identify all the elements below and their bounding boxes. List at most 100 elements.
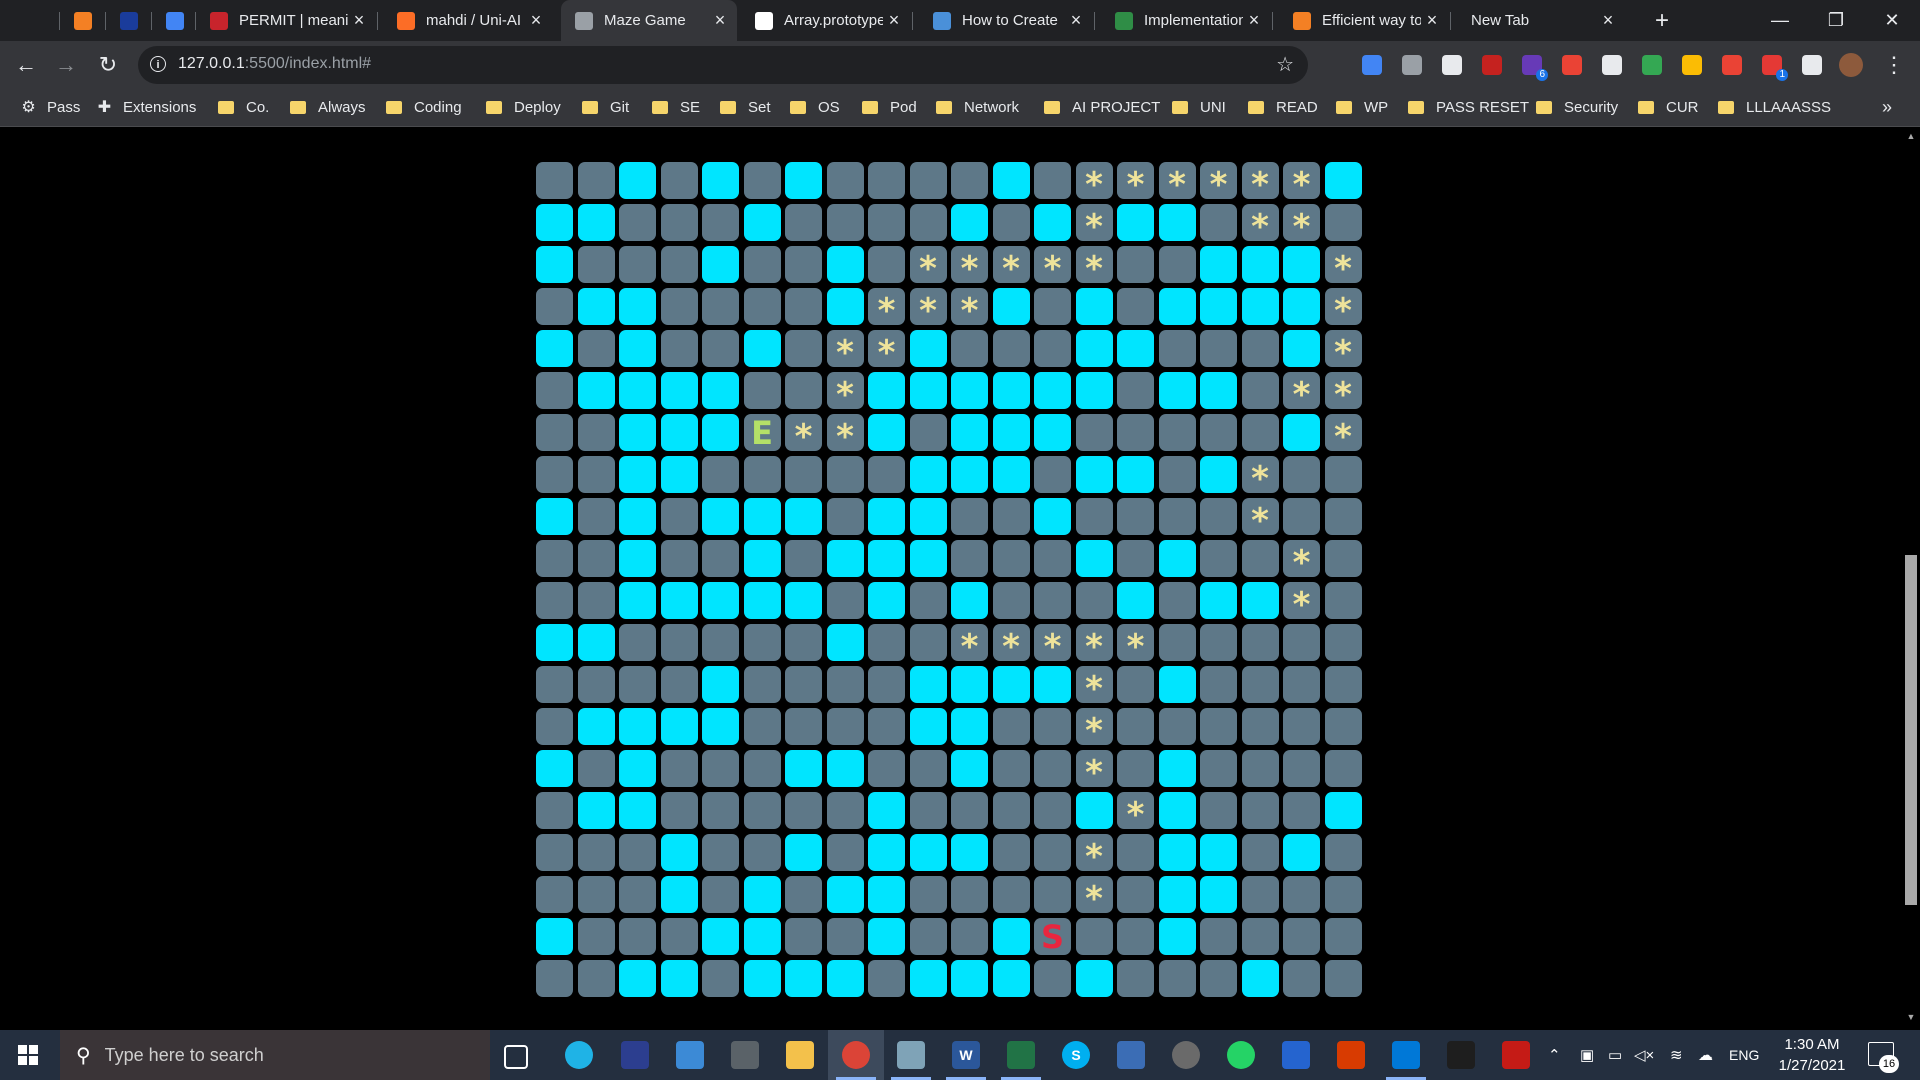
maze-wall-cell[interactable] — [1241, 834, 1279, 871]
maze-wall-cell[interactable] — [909, 876, 947, 913]
maze-open-cell[interactable] — [743, 582, 781, 619]
maze-path-cell[interactable]: * — [1241, 162, 1279, 202]
maze-wall-cell[interactable] — [1117, 540, 1154, 577]
maze-wall-cell[interactable] — [1117, 414, 1154, 451]
maze-wall-cell[interactable] — [826, 162, 864, 199]
maze-open-cell[interactable] — [909, 540, 947, 577]
maze-wall-cell[interactable] — [1158, 960, 1196, 997]
maze-wall-cell[interactable] — [1034, 540, 1071, 577]
maze-wall-cell[interactable] — [536, 666, 573, 703]
maze-path-cell[interactable]: * — [1324, 414, 1362, 454]
maze-wall-cell[interactable] — [743, 666, 781, 703]
maze-wall-cell[interactable] — [577, 876, 615, 913]
maze-wall-cell[interactable] — [868, 456, 905, 493]
device-icon[interactable]: ▣ — [1580, 1030, 1594, 1080]
maze-open-cell[interactable] — [868, 792, 905, 829]
maze-wall-cell[interactable] — [1117, 288, 1154, 325]
maze-open-cell[interactable] — [702, 414, 739, 451]
maze-open-cell[interactable] — [536, 330, 573, 367]
close-window-button[interactable]: ✕ — [1864, 0, 1920, 41]
maze-wall-cell[interactable] — [785, 708, 822, 745]
maze-open-cell[interactable] — [619, 708, 656, 745]
maze-open-cell[interactable] — [1034, 498, 1071, 535]
maze-wall-cell[interactable] — [536, 582, 573, 619]
maze-wall-cell[interactable] — [702, 456, 739, 493]
maze-wall-cell[interactable] — [1200, 498, 1237, 535]
maze-wall-cell[interactable] — [1117, 834, 1154, 871]
maze-open-cell[interactable] — [909, 960, 947, 997]
maze-wall-cell[interactable] — [660, 750, 698, 787]
maze-open-cell[interactable] — [577, 792, 615, 829]
tab-2[interactable] — [106, 0, 150, 41]
maze-path-cell[interactable]: * — [1117, 792, 1154, 832]
maze-open-cell[interactable] — [1241, 582, 1279, 619]
maze-wall-cell[interactable] — [1324, 540, 1362, 577]
maze-wall-cell[interactable] — [702, 288, 739, 325]
maze-wall-cell[interactable] — [992, 582, 1030, 619]
tab-10[interactable]: Efficient way to × — [1279, 0, 1449, 41]
maze-open-cell[interactable] — [619, 372, 656, 409]
todo-icon[interactable] — [1282, 1041, 1310, 1069]
close-tab-icon[interactable]: × — [1243, 10, 1265, 31]
bookmark-se[interactable]: SE — [652, 89, 700, 125]
skype-icon[interactable]: S — [1062, 1041, 1090, 1069]
maze-wall-cell[interactable] — [1117, 708, 1154, 745]
scroll-down-icon[interactable]: ▼ — [1902, 1012, 1920, 1026]
maze-wall-cell[interactable] — [992, 330, 1030, 367]
url-text[interactable]: 127.0.0.1:5500/index.html# — [178, 55, 371, 73]
maze-open-cell[interactable] — [868, 918, 905, 955]
download-ext-icon[interactable] — [1722, 55, 1742, 75]
maze-wall-cell[interactable] — [1117, 750, 1154, 787]
maze-wall-cell[interactable] — [619, 834, 656, 871]
maze-open-cell[interactable] — [1075, 540, 1113, 577]
maze-path-cell[interactable]: * — [992, 246, 1030, 286]
terminal-icon[interactable] — [1447, 1041, 1475, 1069]
app-icon[interactable] — [621, 1041, 649, 1069]
maze-wall-cell[interactable] — [577, 666, 615, 703]
maze-wall-cell[interactable] — [1158, 624, 1196, 661]
maze-open-cell[interactable] — [1075, 372, 1113, 409]
maze-wall-cell[interactable] — [1283, 792, 1320, 829]
maze-open-cell[interactable] — [1117, 330, 1154, 367]
maze-wall-cell[interactable] — [536, 372, 573, 409]
maze-wall-cell[interactable] — [702, 876, 739, 913]
maze-wall-cell[interactable] — [785, 372, 822, 409]
browser-menu-button[interactable]: ⋮ — [1878, 49, 1910, 81]
maze-wall-cell[interactable] — [826, 582, 864, 619]
maze-wall-cell[interactable] — [1324, 456, 1362, 493]
maze-wall-cell[interactable] — [1283, 876, 1320, 913]
maze-open-cell[interactable] — [785, 960, 822, 997]
maze-open-cell[interactable] — [1158, 666, 1196, 703]
maze-wall-cell[interactable] — [1034, 330, 1071, 367]
maze-wall-cell[interactable] — [660, 162, 698, 199]
maze-path-cell[interactable]: * — [951, 288, 988, 328]
maze-open-cell[interactable] — [992, 456, 1030, 493]
maze-path-cell[interactable]: * — [1075, 246, 1113, 286]
maze-wall-cell[interactable] — [1117, 876, 1154, 913]
minimize-window-button[interactable]: — — [1752, 0, 1808, 41]
maze-wall-cell[interactable] — [577, 330, 615, 367]
maze-open-cell[interactable] — [909, 666, 947, 703]
maze-wall-cell[interactable] — [660, 666, 698, 703]
maze-wall-cell[interactable] — [536, 456, 573, 493]
maze-open-cell[interactable] — [743, 918, 781, 955]
maze-wall-cell[interactable] — [743, 162, 781, 199]
media-icon[interactable] — [1172, 1041, 1200, 1069]
maze-open-cell[interactable] — [992, 414, 1030, 451]
maze-open-cell[interactable] — [1158, 834, 1196, 871]
maze-wall-cell[interactable] — [577, 834, 615, 871]
bookmark-network[interactable]: Network — [936, 89, 1019, 125]
maze-wall-cell[interactable] — [536, 414, 573, 451]
maze-open-cell[interactable] — [743, 330, 781, 367]
language-indicator[interactable]: ENG — [1729, 1030, 1759, 1080]
maze-wall-cell[interactable] — [1034, 876, 1071, 913]
maze-wall-cell[interactable] — [785, 666, 822, 703]
maze-open-cell[interactable] — [785, 582, 822, 619]
maze-path-cell[interactable]: * — [1075, 162, 1113, 202]
maze-wall-cell[interactable] — [992, 876, 1030, 913]
maze-wall-cell[interactable] — [785, 876, 822, 913]
maze-wall-cell[interactable] — [868, 708, 905, 745]
maze-wall-cell[interactable] — [992, 540, 1030, 577]
maze-wall-cell[interactable] — [536, 288, 573, 325]
maze-open-cell[interactable] — [951, 834, 988, 871]
